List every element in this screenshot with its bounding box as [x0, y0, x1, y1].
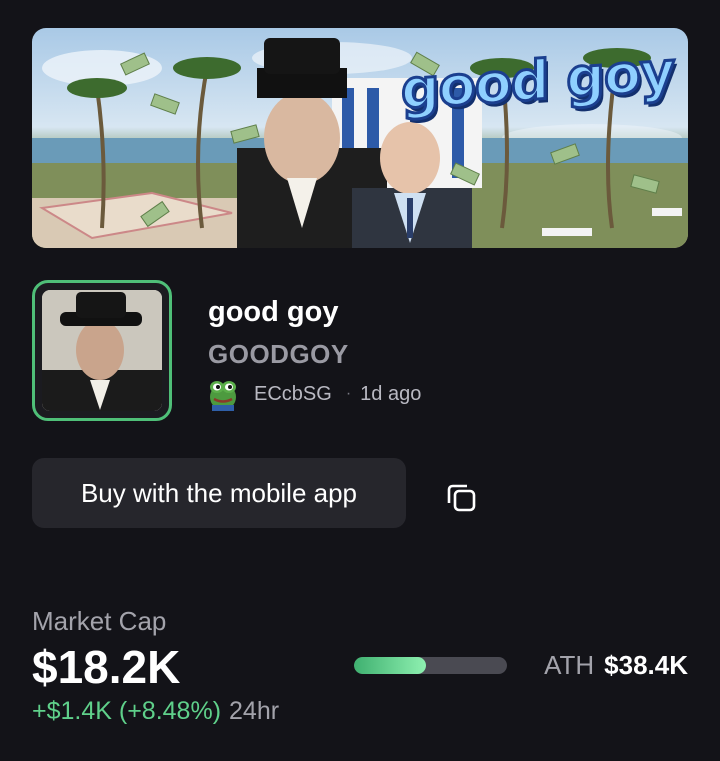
market-cap-value: $18.2K [32, 641, 181, 693]
ath-progress-bar [354, 657, 507, 674]
token-avatar-image [42, 290, 162, 411]
created-timestamp: 1d ago [360, 382, 422, 405]
token-name: good goy [208, 296, 339, 328]
ath-label: ATH [544, 650, 595, 680]
market-cap-period: 24hr [229, 697, 280, 725]
buy-mobile-app-button[interactable]: Buy with the mobile app [32, 458, 406, 528]
ath-value: $38.4K [604, 650, 688, 680]
separator-dot: · [345, 385, 352, 402]
market-cap-change-row: +$1.4K (+8.48%) 24hr [32, 697, 279, 726]
token-ticker: GOODGOY [208, 339, 349, 369]
creator-row[interactable]: ECcbSG · 1d ago [208, 377, 421, 411]
token-page: good goy good goy GOODGOY ECcbSG · 1d ag… [0, 0, 720, 761]
market-cap-change: +$1.4K (+8.48%) [32, 697, 222, 725]
token-avatar [32, 280, 172, 421]
ath-progress-fill [354, 657, 426, 674]
pepe-avatar-icon [208, 377, 238, 411]
creator-name-link[interactable]: ECcbSG [254, 383, 332, 406]
token-banner-image: good goy [32, 28, 688, 248]
ath-row: ATH $38.4K [544, 650, 688, 681]
copy-icon[interactable] [444, 480, 478, 514]
market-cap-label: Market Cap [32, 606, 167, 636]
